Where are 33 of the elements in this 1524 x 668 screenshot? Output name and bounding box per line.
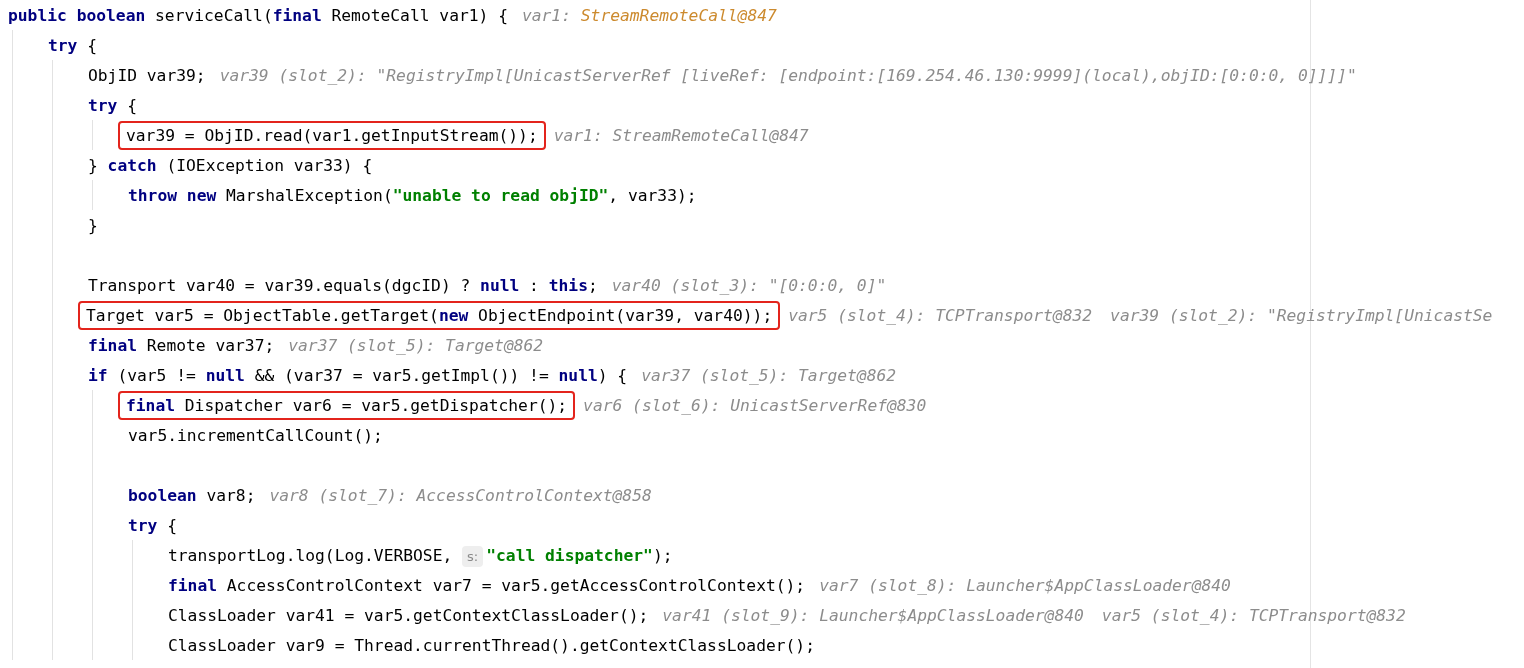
code-line: try { <box>88 95 138 115</box>
inline-value-hint: var7 (slot_8): Launcher$AppClassLoader@840 <box>819 575 1231 595</box>
code-line: ClassLoader var9 = Thread.currentThread().getContextClassLoader(); <box>168 635 815 655</box>
code-line: boolean var8; <box>128 485 256 505</box>
code-line: try { <box>128 515 178 535</box>
code-line: final Dispatcher var6 = var5.getDispatcher(); <box>126 395 568 415</box>
code-line: ClassLoader var41 = var5.getContextClassLoader(); <box>168 605 649 625</box>
code-line: if (var5 != null && (var37 = var5.getImpl()) != null) { <box>88 365 628 385</box>
code-line: Transport var40 = var39.equals(dgcID) ? null : this; <box>88 275 598 295</box>
code-line: } <box>88 215 98 235</box>
inline-value-hint: var39 (slot_2): "RegistryImpl[UnicastServerRef [liveRef: [endpoint:[169.254.46.130:9999](local),objID:[0:0:0, 0]]]]" <box>219 65 1357 85</box>
inline-value-hint: var1: StreamRemoteCall@847 <box>521 5 777 25</box>
code-line: try { <box>48 35 98 55</box>
inline-value-hint: var5 (slot_4): TCPTransport@832 <box>788 305 1093 325</box>
inline-value-hint: var8 (slot_7): AccessControlContext@858 <box>269 485 652 505</box>
code-line: ObjID var39; <box>88 65 206 85</box>
inline-value-hint: var6 (slot_6): UnicastServerRef@830 <box>583 395 927 415</box>
inline-value-hint: var40 (slot_3): "[0:0:0, 0]" <box>611 275 887 295</box>
inline-value-hint: var41 (slot_9): Launcher$AppClassLoader@840 <box>662 605 1084 625</box>
code-line: public boolean serviceCall(final RemoteCall var1) { <box>8 5 508 25</box>
inline-value-hint: var39 (slot_2): "RegistryImpl[UnicastSe <box>1110 305 1493 325</box>
code-line: var5.incrementCallCount(); <box>128 425 383 445</box>
code-line: } catch (IOException var33) { <box>88 155 373 175</box>
inline-value-hint: var5 (slot_4): TCPTransport@832 <box>1101 605 1406 625</box>
code-line: throw new MarshalException("unable to read objID", var33); <box>128 185 697 205</box>
code-line: var39 = ObjID.read(var1.getInputStream()); <box>126 125 538 145</box>
inline-value-hint: var1: StreamRemoteCall@847 <box>553 125 809 145</box>
inline-value-hint: var37 (slot_5): Target@862 <box>288 335 544 355</box>
code-line: Target var5 = ObjectTable.getTarget(new ObjectEndpoint(var39, var40)); <box>86 305 773 325</box>
code-line: final AccessControlContext var7 = var5.getAccessControlContext(); <box>168 575 806 595</box>
inline-value-hint: var37 (slot_5): Target@862 <box>641 365 897 385</box>
code-line: final Remote var37; <box>88 335 275 355</box>
code-line: transportLog.log(Log.VERBOSE, s: "call dispatcher"); <box>168 545 673 565</box>
